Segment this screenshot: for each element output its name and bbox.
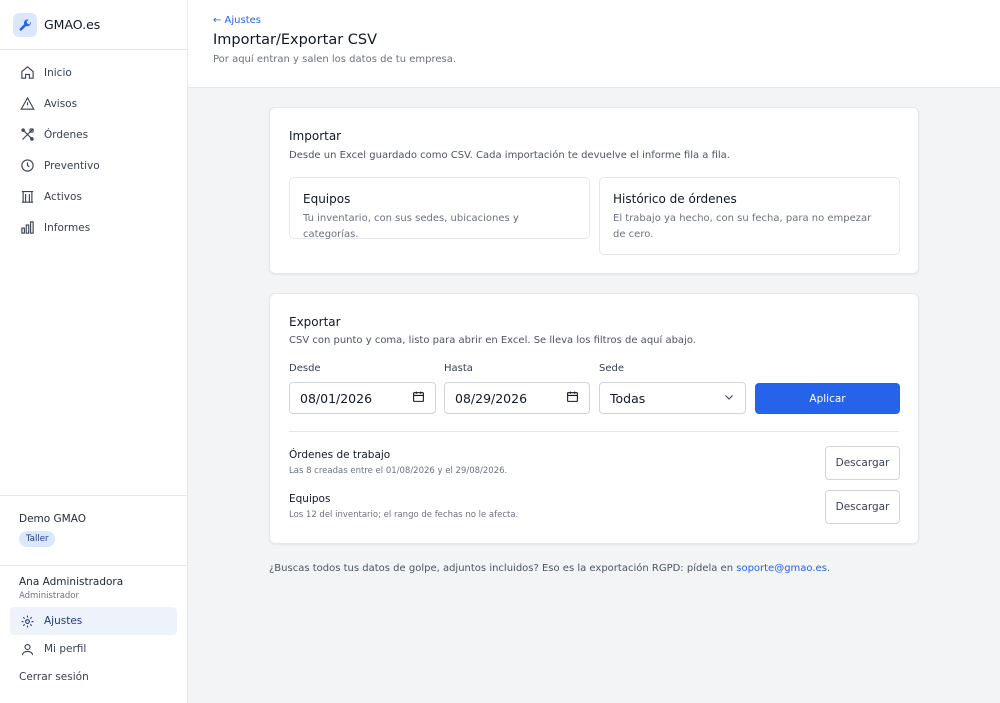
user-links: Ajustes Mi perfil Cerrar sesión [0, 607, 187, 691]
page-subtitle: Por aquí entran y salen los datos de tu … [213, 54, 457, 65]
import-card: Importar Desde un Excel guardado como CS… [269, 107, 919, 274]
import-description: Desde un Excel guardado como CSV. Cada i… [289, 150, 730, 161]
page-title: Importar/Exportar CSV [213, 32, 378, 48]
logout-label: Cerrar sesión [19, 671, 89, 683]
import-option-historico[interactable]: Histórico de órdenes El trabajo ya hecho… [599, 177, 900, 255]
option-description: El trabajo ya hecho, con su fecha, para … [613, 213, 872, 240]
profile-link[interactable]: Mi perfil [10, 635, 177, 663]
home-icon [19, 65, 35, 81]
import-option-equipos[interactable]: Equipos Tu inventario, con sus sedes, ub… [289, 177, 590, 240]
warning-icon [19, 96, 35, 112]
nav-item-label: Órdenes [44, 128, 89, 141]
to-date-value: 08/29/2026 [455, 390, 528, 406]
settings-label: Ajustes [44, 615, 83, 627]
calendar-icon [412, 390, 425, 406]
main-nav: Inicio Avisos Órdenes Preventivo Activos… [0, 50, 187, 243]
download-equipos-button[interactable]: Descargar [825, 490, 900, 524]
user-block: Ana Administradora Administrador Ajustes… [0, 565, 187, 691]
page-header: ← Ajustes Importar/Exportar CSV Por aquí… [188, 0, 1000, 88]
nav-item-activos[interactable]: Activos [0, 181, 187, 212]
profile-label: Mi perfil [44, 643, 87, 655]
user-role: Administrador [19, 591, 80, 601]
org-name: Demo GMAO [19, 513, 86, 525]
user-icon [19, 641, 35, 657]
export-title: Exportar [289, 315, 341, 329]
export-row-subtitle-equipos: Los 12 del inventario; el rango de fecha… [289, 510, 519, 520]
tools-icon [19, 127, 35, 143]
back-link[interactable]: ← Ajustes [213, 15, 1000, 26]
footnote-text: ¿Buscas todos tus datos de golpe, adjunt… [269, 563, 737, 574]
site-label: Sede [599, 363, 624, 374]
nav-item-avisos[interactable]: Avisos [0, 88, 187, 119]
logout-link[interactable]: Cerrar sesión [10, 663, 177, 691]
export-row-title-ordenes: Órdenes de trabajo [289, 449, 391, 461]
site-select[interactable]: Todas [599, 382, 746, 414]
app-name: GMAO.es [44, 17, 101, 32]
from-label: Desde [289, 363, 321, 374]
nav-item-label: Avisos [44, 97, 78, 110]
to-label: Hasta [444, 363, 473, 374]
footnote-suffix: . [826, 563, 831, 574]
import-title: Importar [289, 129, 342, 143]
nav-item-label: Activos [44, 190, 82, 203]
download-ordenes-button[interactable]: Descargar [825, 446, 900, 480]
divider [289, 431, 899, 432]
export-card: Exportar CSV con punto y coma, listo par… [269, 293, 919, 544]
nav-item-label: Informes [44, 221, 91, 234]
wrench-logo-icon [13, 12, 37, 37]
brand[interactable]: GMAO.es [0, 0, 187, 50]
nav-item-preventivo[interactable]: Preventivo [0, 150, 187, 181]
calendar-icon [566, 390, 579, 406]
org-badge: Taller [19, 531, 56, 547]
nav-item-label: Inicio [44, 66, 72, 79]
export-row-subtitle-ordenes: Las 8 creadas entre el 01/08/2026 y el 2… [289, 466, 508, 476]
user-name: Ana Administradora [19, 576, 124, 588]
export-row-title-equipos: Equipos [289, 493, 331, 505]
option-description: Tu inventario, con sus sedes, ubicacione… [303, 213, 519, 240]
settings-link[interactable]: Ajustes [10, 607, 177, 635]
from-date-input[interactable]: 08/01/2026 [289, 382, 436, 414]
nav-item-label: Preventivo [44, 159, 100, 172]
building-icon [19, 189, 35, 205]
gear-icon [19, 613, 35, 629]
organization-block: Demo GMAO Taller [0, 495, 187, 565]
site-select-value: Todas [610, 390, 646, 406]
chevron-down-icon [723, 391, 735, 406]
sidebar: GMAO.es Inicio Avisos Órdenes Preventivo… [0, 0, 188, 703]
nav-item-inicio[interactable]: Inicio [0, 57, 187, 88]
option-title: Equipos [303, 192, 351, 206]
to-date-input[interactable]: 08/29/2026 [444, 382, 590, 414]
from-date-value: 08/01/2026 [300, 390, 373, 406]
option-title: Histórico de órdenes [613, 192, 737, 206]
gdpr-footnote: ¿Buscas todos tus datos de golpe, adjunt… [269, 563, 830, 574]
support-email-link[interactable]: soporte@gmao.es [736, 563, 827, 574]
bar-chart-icon [19, 220, 35, 236]
clock-icon [19, 158, 35, 174]
apply-button[interactable]: Aplicar [755, 383, 900, 414]
nav-item-ordenes[interactable]: Órdenes [0, 119, 187, 150]
export-description: CSV con punto y coma, listo para abrir e… [289, 335, 696, 346]
nav-item-informes[interactable]: Informes [0, 212, 187, 243]
